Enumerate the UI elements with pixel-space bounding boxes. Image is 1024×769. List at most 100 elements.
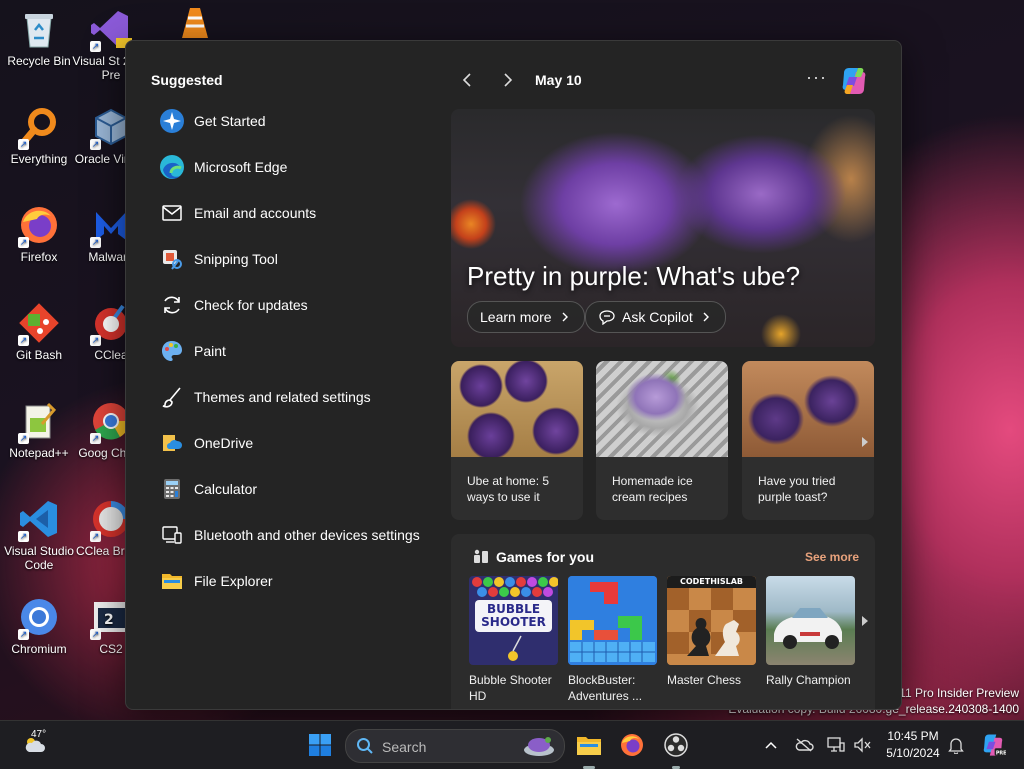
shortcut-arrow-icon: ↗ bbox=[18, 237, 29, 248]
svg-text:2: 2 bbox=[104, 612, 114, 628]
shortcut-arrow-icon: ↗ bbox=[90, 237, 101, 248]
volume-muted-icon bbox=[854, 737, 871, 753]
games-next-button[interactable] bbox=[861, 616, 869, 629]
suggested-item-label: Microsoft Edge bbox=[194, 159, 288, 175]
game-name: Bubble Shooter HD bbox=[469, 673, 552, 703]
vlc-icon[interactable] bbox=[178, 4, 212, 38]
game-thumbnail: BUBBLE SHOOTER bbox=[469, 576, 558, 665]
suggested-item-check-for-updates[interactable]: Check for updates bbox=[159, 289, 308, 321]
desktop-icon-git-bash[interactable]: ↗ Git Bash bbox=[0, 302, 78, 362]
games-title: Games for you bbox=[496, 549, 595, 565]
next-day-button[interactable] bbox=[496, 69, 520, 93]
see-more-link[interactable]: See more bbox=[805, 550, 859, 564]
game-tile[interactable]: BUBBLE SHOOTER Bubble Shooter HD bbox=[469, 576, 558, 704]
more-options-button[interactable]: ··· bbox=[806, 67, 827, 88]
show-hidden-icons-button[interactable] bbox=[757, 729, 785, 761]
copilot-taskbar-button[interactable]: PRE bbox=[976, 729, 1010, 761]
suggested-item-label: Bluetooth and other devices settings bbox=[194, 527, 420, 543]
copilot-icon[interactable] bbox=[838, 65, 870, 97]
edge-icon bbox=[159, 154, 185, 180]
previous-day-button[interactable] bbox=[455, 69, 479, 93]
windows-logo-icon bbox=[309, 734, 331, 756]
learn-more-button[interactable]: Learn more bbox=[467, 301, 585, 333]
cards-next-button[interactable] bbox=[861, 437, 869, 450]
shortcut-arrow-icon: ↗ bbox=[18, 139, 29, 150]
news-card[interactable]: Homemade ice cream recipes bbox=[596, 361, 728, 520]
suggested-item-label: File Explorer bbox=[194, 573, 273, 589]
suggested-item-bluetooth-and-other-devices-settings[interactable]: Bluetooth and other devices settings bbox=[159, 519, 420, 551]
game-name: BlockBuster: Adventures ... bbox=[568, 673, 643, 703]
suggested-item-file-explorer[interactable]: File Explorer bbox=[159, 565, 273, 597]
suggested-item-themes-and-related-settings[interactable]: Themes and related settings bbox=[159, 381, 371, 413]
suggested-item-calculator[interactable]: Calculator bbox=[159, 473, 257, 505]
hero-title: Pretty in purple: What's ube? bbox=[467, 261, 801, 291]
onedrive-offline-icon bbox=[795, 738, 814, 752]
obs-studio-icon bbox=[664, 733, 688, 757]
refresh-icon bbox=[159, 292, 185, 318]
bell-icon bbox=[948, 738, 964, 754]
copilot-icon: PRE bbox=[983, 734, 1006, 756]
desktop-icon-vscode[interactable]: ↗ Visual Studio Code bbox=[0, 498, 78, 572]
suggested-item-label: Paint bbox=[194, 343, 226, 359]
get-started-icon bbox=[159, 108, 185, 134]
start-button[interactable] bbox=[304, 729, 336, 761]
volume-tray-button[interactable] bbox=[848, 729, 876, 761]
taskbar-obs-button[interactable] bbox=[660, 729, 692, 761]
taskbar: 47° Search 10:45 PM 5/10/2024 PRE bbox=[0, 720, 1024, 769]
folder-icon bbox=[577, 737, 601, 755]
suggested-item-onedrive[interactable]: OneDrive bbox=[159, 427, 253, 459]
clock-date[interactable]: 5/10/2024 bbox=[878, 746, 948, 760]
chevron-right-icon bbox=[703, 312, 709, 322]
game-name: Rally Champion bbox=[766, 673, 851, 687]
clock-time[interactable]: 10:45 PM bbox=[878, 729, 948, 743]
game-thumbnail bbox=[568, 576, 657, 665]
calculator-icon bbox=[159, 476, 185, 502]
snipping-tool-icon bbox=[159, 246, 185, 272]
desktop-icon-label: Firefox bbox=[20, 250, 58, 264]
desktop-icon-notepad-plus-plus[interactable]: ↗ Notepad++ bbox=[0, 400, 78, 460]
suggested-item-snipping-tool[interactable]: Snipping Tool bbox=[159, 243, 278, 275]
notifications-button[interactable] bbox=[942, 729, 970, 761]
chevron-right-icon bbox=[562, 312, 568, 322]
news-card[interactable]: Have you tried purple toast? bbox=[742, 361, 874, 520]
news-card-image bbox=[596, 361, 728, 457]
notepad-plus-plus-icon: ↗ bbox=[18, 400, 60, 444]
devices-icon bbox=[159, 522, 185, 548]
news-card[interactable]: Ube at home: 5 ways to use it bbox=[451, 361, 583, 520]
game-name: Master Chess bbox=[667, 673, 742, 687]
onedrive-icon bbox=[159, 430, 185, 456]
chromium-icon: ↗ bbox=[18, 596, 60, 640]
game-tile[interactable]: CODETHISLAB Master Chess bbox=[667, 576, 756, 688]
taskbar-firefox-button[interactable] bbox=[616, 729, 648, 761]
ask-copilot-label: Ask Copilot bbox=[622, 309, 693, 325]
suggested-item-microsoft-edge[interactable]: Microsoft Edge bbox=[159, 151, 287, 183]
game-tile[interactable]: Rally Champion bbox=[766, 576, 855, 688]
suggested-item-get-started[interactable]: Get Started bbox=[159, 105, 266, 137]
firefox-icon bbox=[621, 734, 643, 756]
suggested-item-label: Get Started bbox=[194, 113, 266, 129]
git-bash-icon: ↗ bbox=[18, 302, 60, 346]
desktop-icon-label: Visual Studio Code bbox=[4, 544, 74, 572]
hero-news-card[interactable]: Pretty in purple: What's ube? Learn more… bbox=[451, 109, 875, 347]
shortcut-arrow-icon: ↗ bbox=[90, 531, 101, 542]
network-tray-button[interactable] bbox=[822, 729, 850, 761]
desktop-icon-chromium[interactable]: ↗ Chromium bbox=[0, 596, 78, 656]
folder-icon bbox=[159, 568, 185, 594]
taskbar-search-box[interactable] bbox=[345, 729, 565, 763]
shortcut-arrow-icon: ↗ bbox=[18, 629, 29, 640]
desktop-icon-firefox[interactable]: ↗ Firefox bbox=[0, 204, 78, 264]
shortcut-arrow-icon: ↗ bbox=[90, 335, 101, 346]
desktop-icon-recycle-bin[interactable]: Recycle Bin bbox=[0, 8, 78, 68]
search-icon bbox=[357, 738, 373, 754]
ask-copilot-button[interactable]: Ask Copilot bbox=[585, 301, 726, 333]
svg-text:PRE: PRE bbox=[996, 750, 1006, 756]
search-input[interactable] bbox=[380, 736, 524, 758]
onedrive-tray-button[interactable] bbox=[789, 729, 819, 761]
shortcut-arrow-icon: ↗ bbox=[90, 139, 101, 150]
suggested-item-paint[interactable]: Paint bbox=[159, 335, 226, 367]
desktop-icon-everything[interactable]: ↗ Everything bbox=[0, 106, 78, 166]
taskbar-file-explorer-button[interactable] bbox=[573, 729, 605, 761]
game-tile[interactable]: BlockBuster: Adventures ... bbox=[568, 576, 657, 704]
desktop-icon-label: Chromium bbox=[11, 642, 67, 656]
suggested-item-email-and-accounts[interactable]: Email and accounts bbox=[159, 197, 316, 229]
